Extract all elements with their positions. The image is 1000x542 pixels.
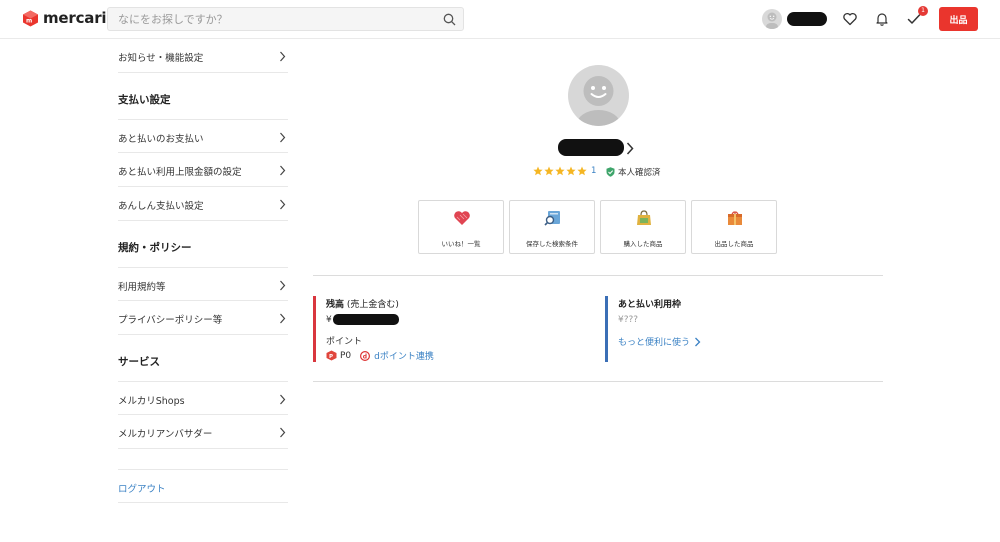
sidebar-item-atobarai-limit[interactable]: あと払い利用上限金額の設定: [118, 153, 288, 187]
tile-label: 保存した検索条件: [526, 240, 578, 248]
star-icon: [555, 166, 565, 176]
sidebar-item-privacy[interactable]: プライバシーポリシー等: [118, 301, 288, 335]
notification-badge: 1: [918, 6, 928, 16]
user-name-redacted[interactable]: [787, 12, 827, 26]
heart-icon[interactable]: [842, 11, 858, 27]
sidebar-item-mercari-shops[interactable]: メルカリShops: [118, 381, 288, 415]
section-title-services: サービス: [118, 356, 160, 368]
balance-title[interactable]: 残高 (売上金含む): [326, 297, 399, 310]
sidebar-item-ambassador[interactable]: メルカリアンバサダー: [118, 415, 288, 449]
chevron-right-icon: [280, 165, 286, 176]
chevron-right-icon: [280, 199, 286, 210]
sidebar-item-label: 利用規約等: [118, 282, 166, 293]
bell-icon[interactable]: [874, 11, 890, 27]
tile-label: 購入した商品: [623, 240, 663, 248]
points-label: ポイント: [326, 337, 363, 347]
section-title-payment: 支払い設定: [118, 94, 171, 106]
sidebar-item-label: メルカリShops: [118, 396, 185, 407]
star-icon: [544, 166, 554, 176]
brand-name: mercari: [43, 9, 107, 27]
chevron-right-icon: [695, 337, 701, 346]
shield-check-icon: [606, 167, 615, 177]
section-title-policy: 規約・ポリシー: [118, 242, 192, 254]
chevron-right-icon: [280, 427, 286, 438]
settings-sidebar: お知らせ・機能設定 支払い設定 あと払いのお支払い あと払い利用上限金額の設定 …: [118, 39, 288, 503]
sidebar-item-terms[interactable]: 利用規約等: [118, 267, 288, 301]
chevron-right-icon: [280, 394, 286, 405]
mercari-logo[interactable]: m mercari: [22, 9, 107, 27]
atobarai-amount: ¥???: [618, 315, 639, 325]
point-coin-icon: P: [326, 350, 337, 361]
divider: [313, 275, 883, 276]
points-value: P0: [340, 350, 352, 361]
listed-items-tile[interactable]: 出品した商品: [691, 200, 777, 254]
chevron-right-icon: [280, 280, 286, 291]
divider: [313, 381, 883, 382]
logout-link[interactable]: ログアウト: [118, 469, 288, 503]
avatar-face-icon: [576, 76, 621, 126]
chevron-right-icon: [280, 313, 286, 324]
search-input[interactable]: [118, 12, 438, 27]
verified-label: 本人確認済: [618, 168, 661, 178]
sidebar-item-secure-payment[interactable]: あんしん支払い設定: [118, 187, 288, 221]
chevron-right-icon: [280, 132, 286, 143]
tile-label: 出品した商品: [714, 240, 754, 248]
sidebar-item-label: あと払い利用上限金額の設定: [118, 167, 242, 178]
sidebar-item-label: プライバシーポリシー等: [118, 315, 223, 326]
svg-text:d: d: [363, 353, 367, 360]
logout-label: ログアウト: [118, 484, 166, 495]
listed-box-icon: [728, 211, 742, 225]
atobarai-accent-bar: [605, 296, 608, 362]
svg-text:P: P: [329, 354, 333, 360]
atobarai-link-label: もっと便利に使う: [618, 338, 691, 348]
heart-icon: [454, 211, 470, 225]
tile-label: いいね！一覧: [441, 240, 481, 248]
sidebar-item-label: お知らせ・機能設定: [118, 53, 204, 64]
rating-stars[interactable]: 1: [533, 166, 596, 176]
purchase-bag-icon: [637, 210, 651, 225]
sidebar-item-notification-settings[interactable]: お知らせ・機能設定: [118, 39, 288, 73]
search-bar[interactable]: [107, 7, 464, 31]
atobarai-title: あと払い利用枠: [618, 300, 682, 310]
d-point-icon: d: [360, 350, 371, 361]
balance-accent-bar: [313, 296, 316, 362]
saved-search-icon: [544, 211, 560, 226]
avatar-face-icon: [766, 12, 778, 29]
balance-currency: ¥: [326, 315, 332, 325]
atobarai-more-link[interactable]: もっと便利に使う: [618, 335, 701, 348]
sell-button[interactable]: 出品: [939, 7, 978, 31]
d-point-link[interactable]: dポイント連携: [374, 349, 434, 362]
profile-avatar[interactable]: [568, 65, 629, 126]
star-icon: [577, 166, 587, 176]
sidebar-item-label: あと払いのお支払い: [118, 134, 204, 145]
saved-search-tile[interactable]: 保存した検索条件: [509, 200, 595, 254]
search-icon[interactable]: [443, 13, 456, 26]
sidebar-item-label: あんしん支払い設定: [118, 201, 204, 212]
chevron-right-icon[interactable]: [626, 142, 634, 155]
chevron-right-icon: [280, 51, 286, 62]
mercari-logo-icon: m: [23, 10, 38, 26]
purchased-items-tile[interactable]: 購入した商品: [600, 200, 686, 254]
star-icon: [566, 166, 576, 176]
balance-amount-redacted: [333, 314, 399, 325]
sidebar-item-atobarai-payment[interactable]: あと払いのお支払い: [118, 119, 288, 153]
points-row: P P0 d dポイント連携: [326, 349, 434, 362]
star-icon: [533, 166, 543, 176]
rating-count[interactable]: 1: [591, 166, 596, 176]
user-avatar[interactable]: [762, 9, 782, 29]
profile-name-redacted[interactable]: [558, 139, 624, 156]
likes-list-tile[interactable]: いいね！一覧: [418, 200, 504, 254]
top-header: m mercari 1 出品: [0, 0, 1000, 39]
svg-text:m: m: [26, 17, 32, 24]
verified-badge: 本人確認済: [606, 166, 661, 178]
sidebar-item-label: メルカリアンバサダー: [118, 429, 213, 440]
